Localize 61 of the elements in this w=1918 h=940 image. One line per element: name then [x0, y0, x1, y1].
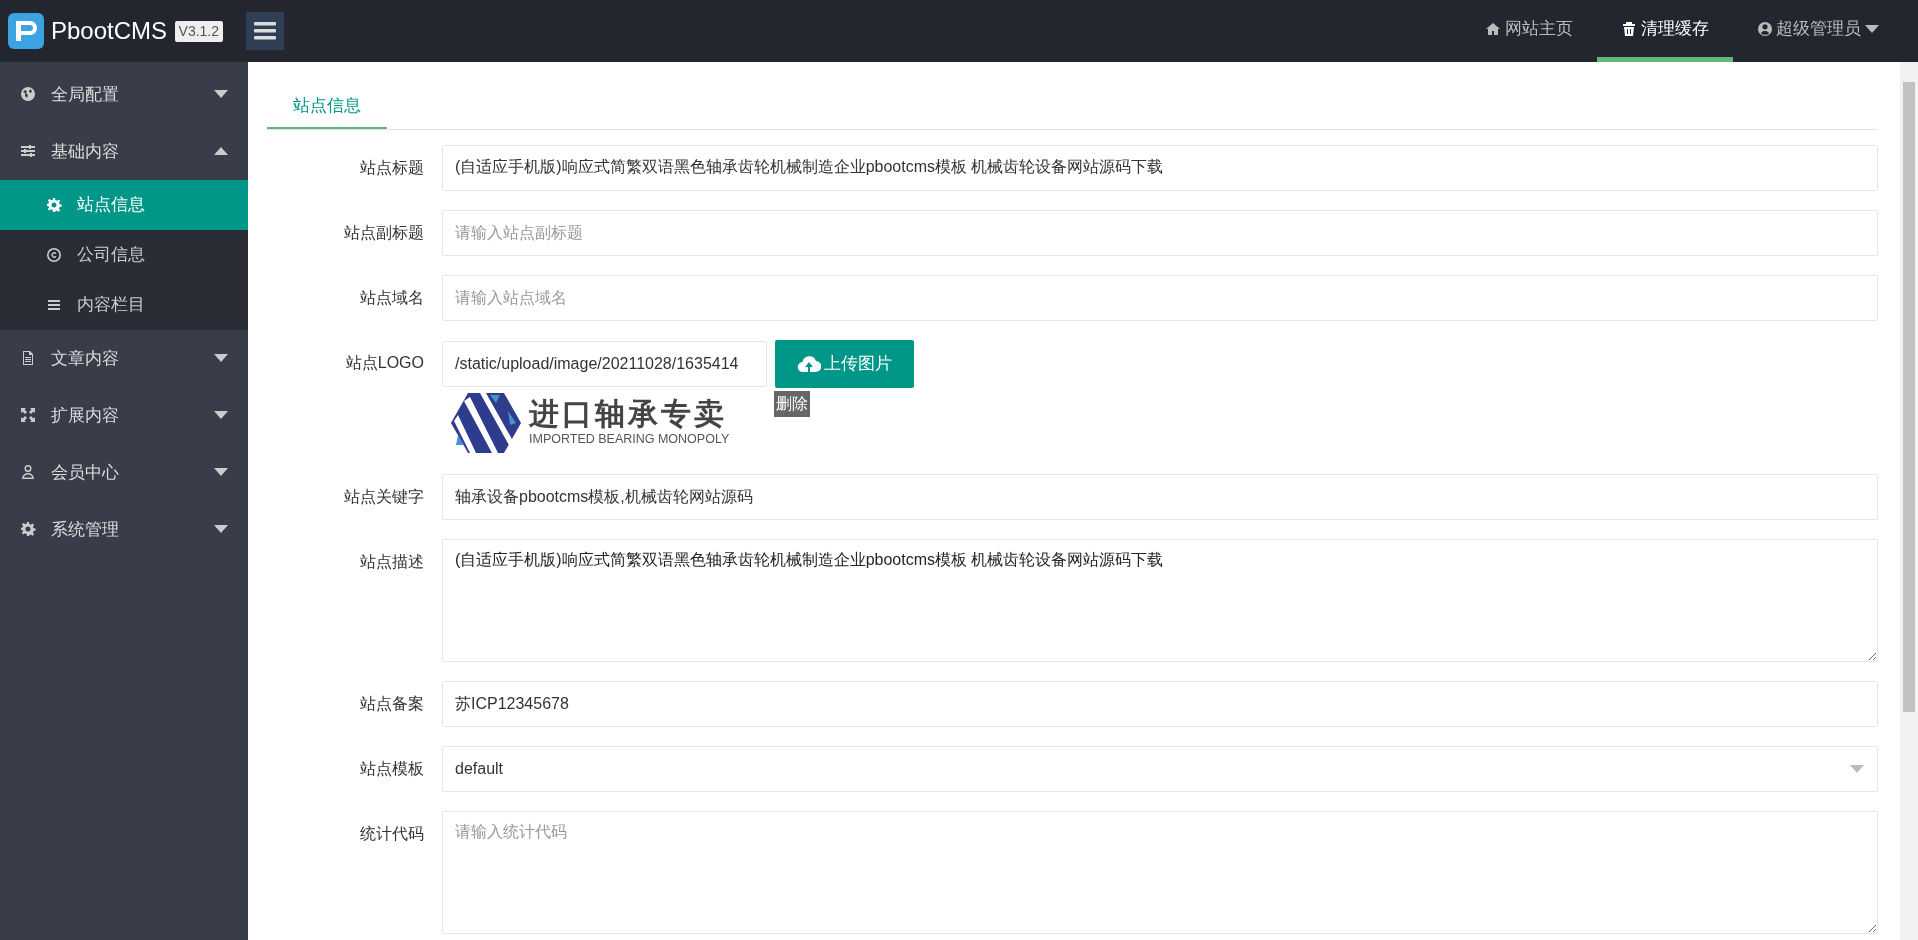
sidebar-item[interactable]: 系统管理 — [0, 500, 248, 558]
input-field[interactable]: 请输入站点域名 — [442, 274, 1878, 321]
template-select[interactable]: default — [442, 746, 1878, 793]
nav-link[interactable]: 网站主页 — [1461, 0, 1597, 62]
upload-button[interactable]: 上传图片 — [774, 339, 915, 388]
menu-icon — [253, 22, 276, 40]
sidebar-subitem[interactable]: 内容栏目 — [0, 279, 248, 330]
input-field[interactable]: 苏ICP12345678 — [442, 681, 1878, 728]
caret-down-icon — [214, 354, 228, 363]
brand-name: PbootCMS — [51, 16, 168, 46]
hexagon-logo-icon — [449, 391, 522, 456]
expand-icon — [20, 407, 36, 424]
field-label: 统计代码 — [359, 824, 425, 845]
sidebar-item[interactable]: 会员中心 — [0, 443, 248, 501]
nav-link[interactable]: 超级管理员 — [1732, 0, 1903, 62]
logo-title: 进口轴承专卖 — [529, 397, 728, 431]
field-label: 站点LOGO — [344, 352, 425, 373]
input-field[interactable]: (自适应手机版)响应式简繁双语黑色轴承齿轮机械制造企业pbootcms模板 机械齿轮设备网站源码下载 — [442, 144, 1878, 191]
text-area[interactable]: 请输入统计代码 — [442, 811, 1878, 935]
person-icon — [20, 464, 36, 481]
home-icon — [1485, 20, 1501, 37]
cloud-upload-icon — [796, 354, 821, 373]
nav-link[interactable]: 清理缓存 — [1596, 0, 1733, 62]
trash-icon — [1620, 20, 1637, 37]
input-field[interactable]: 请输入站点副标题 — [442, 209, 1878, 256]
caret-down-icon — [1849, 765, 1864, 774]
sidebar-item[interactable]: 全局配置 — [0, 65, 248, 123]
gear-icon — [20, 521, 36, 538]
user-icon — [1756, 20, 1773, 37]
document-icon — [20, 350, 36, 367]
caret-down-icon — [214, 411, 228, 420]
delete-link[interactable]: 删除 — [773, 391, 810, 418]
input-field[interactable]: 轴承设备pbootcms模板,机械齿轮网站源码 — [442, 474, 1878, 521]
sidebar-item[interactable]: 基础内容 — [0, 122, 248, 180]
field-label: 站点标题 — [359, 157, 425, 178]
version-badge: V3.1.2 — [174, 20, 224, 42]
gear-icon — [46, 196, 62, 213]
globe-icon — [20, 86, 36, 103]
sidebar-subitem[interactable]: 站点信息 — [0, 179, 248, 230]
caret-down-icon — [214, 468, 228, 477]
field-label: 站点关键字 — [343, 487, 425, 508]
field-label: 站点域名 — [359, 287, 425, 308]
field-label: 站点描述 — [359, 552, 425, 573]
sliders-icon — [20, 143, 36, 160]
caret-up-icon — [214, 147, 228, 156]
caret-down-icon — [214, 90, 228, 99]
app-logo — [7, 13, 44, 49]
sidebar-item[interactable]: 扩展内容 — [0, 386, 248, 444]
caret-down-icon — [1865, 24, 1879, 33]
sidebar-subitem[interactable]: 公司信息 — [0, 229, 248, 280]
logo-subtitle: IMPORTED BEARING MONOPOLY — [529, 431, 730, 449]
field-label: 站点副标题 — [343, 222, 425, 243]
copyright-icon — [46, 246, 62, 263]
input-field[interactable]: /static/upload/image/20211028/1635414 — [442, 340, 767, 387]
tab[interactable]: 站点信息 — [267, 84, 387, 129]
caret-down-icon — [214, 525, 228, 534]
field-label: 站点模板 — [359, 759, 425, 780]
text-area[interactable]: (自适应手机版)响应式简繁双语黑色轴承齿轮机械制造企业pbootcms模板 机械齿轮设备网站源码下载 — [442, 539, 1878, 663]
menu-toggle-button[interactable] — [245, 12, 284, 50]
field-label: 站点备案 — [359, 694, 425, 715]
sidebar-item[interactable]: 文章内容 — [0, 329, 248, 387]
